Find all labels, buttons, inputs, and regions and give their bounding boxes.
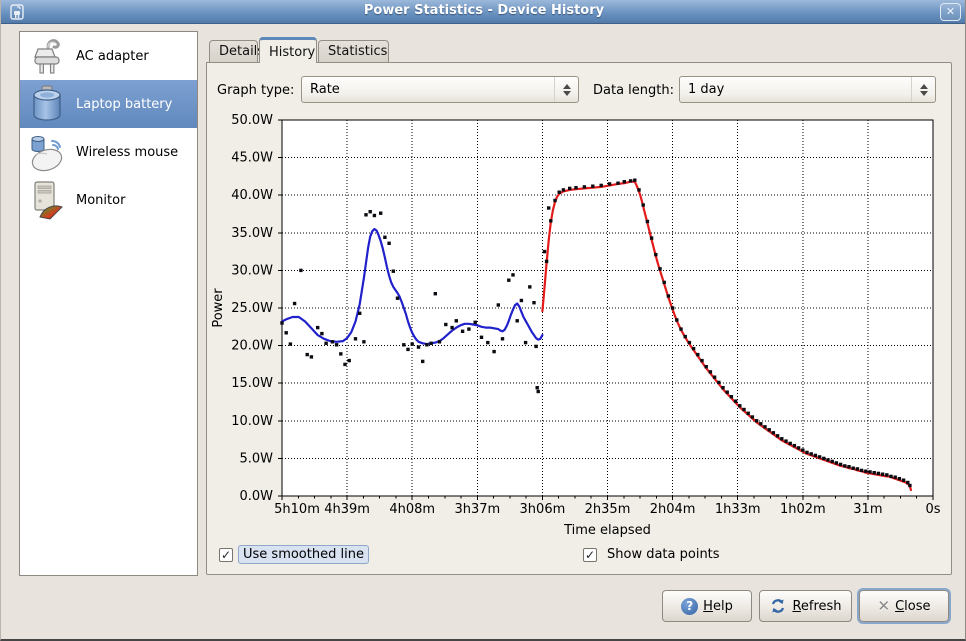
refresh-button[interactable]: Refresh [759, 590, 852, 622]
device-label: Wireless mouse [76, 145, 178, 160]
tab-statistics[interactable]: Statistics [318, 40, 389, 63]
device-label: Monitor [76, 193, 125, 208]
data-length-label: Data length: [593, 83, 674, 98]
svg-text:3h06m: 3h06m [520, 502, 566, 517]
svg-text:1h02m: 1h02m [780, 502, 826, 517]
smoothed-line-label[interactable]: Use smoothed line [238, 545, 369, 564]
tab-history[interactable]: History [259, 37, 317, 63]
device-list: AC adapter Laptop battery [19, 31, 198, 576]
device-label: AC adapter [76, 49, 149, 64]
svg-text:30.0W: 30.0W [231, 263, 273, 278]
svg-text:50.0W: 50.0W [231, 113, 273, 128]
smoothed-line-checkbox-row: ✓ Use smoothed line [219, 545, 369, 564]
data-length-value: 1 day [680, 82, 911, 97]
device-item-monitor[interactable]: Monitor [20, 176, 197, 224]
svg-text:31m: 31m [853, 502, 882, 517]
device-item-ac-adapter[interactable]: AC adapter [20, 32, 197, 80]
svg-text:4h08m: 4h08m [389, 502, 435, 517]
graph-type-combobox[interactable]: Rate [301, 76, 579, 103]
data-points-checkbox[interactable]: ✓ [583, 548, 597, 562]
close-button[interactable]: ✕ Close [859, 590, 949, 622]
svg-text:2h35m: 2h35m [585, 502, 631, 517]
refresh-icon [769, 597, 787, 615]
graph-type-label: Graph type: [217, 83, 294, 98]
ac-adapter-icon [26, 35, 68, 77]
data-length-combobox[interactable]: 1 day [679, 76, 936, 103]
svg-text:15.0W: 15.0W [231, 376, 273, 391]
svg-text:1h33m: 1h33m [715, 502, 761, 517]
svg-text:5.0W: 5.0W [239, 451, 273, 466]
window-title: Power Statistics - Device History [1, 3, 966, 18]
graph-type-value: Rate [302, 82, 554, 97]
power-statistics-window: Power Statistics - Device History ✕ AC a… [0, 0, 966, 641]
svg-text:Power: Power [211, 288, 226, 328]
tab-details[interactable]: Details [209, 40, 258, 63]
svg-text:0s: 0s [925, 502, 940, 517]
svg-text:Time elapsed: Time elapsed [563, 523, 651, 538]
device-item-wireless-mouse[interactable]: Wireless mouse [20, 128, 197, 176]
device-label: Laptop battery [76, 97, 172, 112]
help-icon: ? [681, 598, 698, 615]
data-points-label[interactable]: Show data points [602, 545, 725, 564]
laptop-battery-icon [26, 83, 68, 125]
titlebar: Power Statistics - Device History ✕ [1, 0, 966, 24]
svg-text:2h04m: 2h04m [650, 502, 696, 517]
svg-text:25.0W: 25.0W [231, 301, 273, 316]
svg-text:5h10m: 5h10m [274, 502, 320, 517]
help-button[interactable]: ? Help [662, 590, 752, 622]
refresh-label: Refresh [792, 599, 841, 614]
smoothed-line-checkbox[interactable]: ✓ [219, 548, 233, 562]
window-close-button[interactable]: ✕ [940, 3, 961, 21]
monitor-icon [26, 179, 68, 221]
wireless-mouse-icon [26, 131, 68, 173]
close-icon: ✕ [878, 599, 891, 614]
svg-text:0.0W: 0.0W [239, 489, 273, 504]
power-history-chart: 0.0W 5.0W 10.0W 15.0W 20.0W 25.0W 30.0W 35.0W 40… [206, 105, 956, 542]
svg-text:35.0W: 35.0W [231, 226, 273, 241]
svg-text:3h37m: 3h37m [454, 502, 500, 517]
help-label: Help [703, 599, 733, 614]
svg-text:10.0W: 10.0W [231, 414, 273, 429]
combo-arrows-icon [554, 77, 578, 102]
svg-text:40.0W: 40.0W [231, 188, 273, 203]
svg-text:4h39m: 4h39m [324, 502, 370, 517]
close-label: Close [895, 599, 930, 614]
combo-arrows-icon [911, 77, 935, 102]
svg-text:20.0W: 20.0W [231, 339, 273, 354]
device-item-laptop-battery[interactable]: Laptop battery [20, 80, 197, 128]
data-points-checkbox-row: ✓ Show data points [583, 545, 725, 564]
svg-text:45.0W: 45.0W [231, 151, 273, 166]
